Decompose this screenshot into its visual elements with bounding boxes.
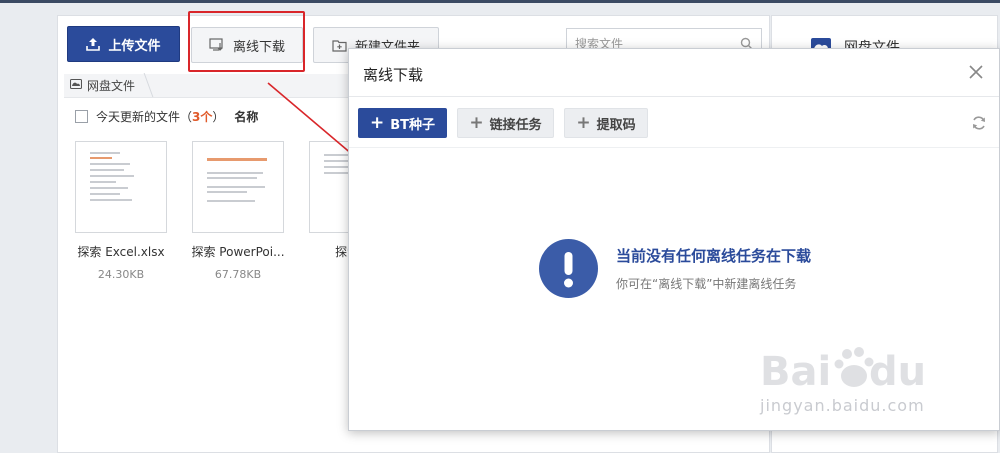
extract-code-label: 提取码 xyxy=(596,117,636,133)
file-name: 探索 PowerPoi... xyxy=(191,245,285,259)
breadcrumb-root-label: 网盘文件 xyxy=(87,79,136,93)
file-thumbnail xyxy=(75,141,167,233)
file-size: 67.78KB xyxy=(214,268,262,281)
file-item[interactable]: 探索 PowerPoi... 67.78KB xyxy=(183,141,293,281)
folder-add-icon xyxy=(332,39,347,52)
today-suffix: ） xyxy=(212,110,225,124)
breadcrumb-root[interactable]: 网盘文件 xyxy=(69,77,149,94)
empty-title: 当前没有任何离线任务在下载 xyxy=(616,247,812,265)
dialog-title: 离线下载 xyxy=(363,66,424,84)
empty-state: 当前没有任何离线任务在下载 你可在“离线下载”中新建离线任务 xyxy=(539,239,811,298)
file-name: 探索 Excel.xlsx xyxy=(77,245,165,259)
upload-label: 上传文件 xyxy=(108,38,161,54)
list-header: 今天更新的文件（ 3个） 名称 xyxy=(75,108,258,125)
upload-icon xyxy=(86,37,101,51)
close-icon[interactable] xyxy=(967,63,985,81)
plus-icon: + xyxy=(369,112,385,133)
offline-download-button[interactable]: 离线下载 xyxy=(191,27,303,63)
link-task-label: 链接任务 xyxy=(489,117,542,133)
plus-icon: + xyxy=(469,112,484,133)
offline-download-label: 离线下载 xyxy=(232,39,285,55)
empty-text: 当前没有任何离线任务在下载 你可在“离线下载”中新建离线任务 xyxy=(616,245,811,292)
dialog-divider xyxy=(349,147,999,148)
dialog-divider xyxy=(349,96,999,97)
today-count: 3个 xyxy=(192,110,213,124)
bt-seed-button[interactable]: + BT种子 xyxy=(358,108,447,138)
plus-icon: + xyxy=(576,112,591,133)
bt-seed-label: BT种子 xyxy=(390,117,436,133)
column-name-header[interactable]: 名称 xyxy=(234,108,258,125)
offline-download-dialog: 离线下载 + BT种子 + 链接任务 + 提取码 当前没有任何离线任务在下载 你… xyxy=(348,48,1000,431)
file-item[interactable]: 探索 Excel.xlsx 24.30KB xyxy=(66,141,176,281)
top-bar xyxy=(0,0,1000,3)
file-thumbnail xyxy=(192,141,284,233)
exclamation-icon xyxy=(539,239,598,298)
empty-subtitle: 你可在“离线下载”中新建离线任务 xyxy=(616,277,797,291)
select-all-checkbox[interactable] xyxy=(75,110,88,123)
extract-code-button[interactable]: + 提取码 xyxy=(564,108,648,138)
file-size: 24.30KB xyxy=(97,268,145,281)
link-task-button[interactable]: + 链接任务 xyxy=(457,108,554,138)
upload-button[interactable]: 上传文件 xyxy=(67,26,180,62)
refresh-icon[interactable] xyxy=(971,115,987,134)
today-prefix: 今天更新的文件（ xyxy=(96,110,193,124)
offline-download-icon xyxy=(209,38,225,52)
disk-icon xyxy=(69,78,83,93)
